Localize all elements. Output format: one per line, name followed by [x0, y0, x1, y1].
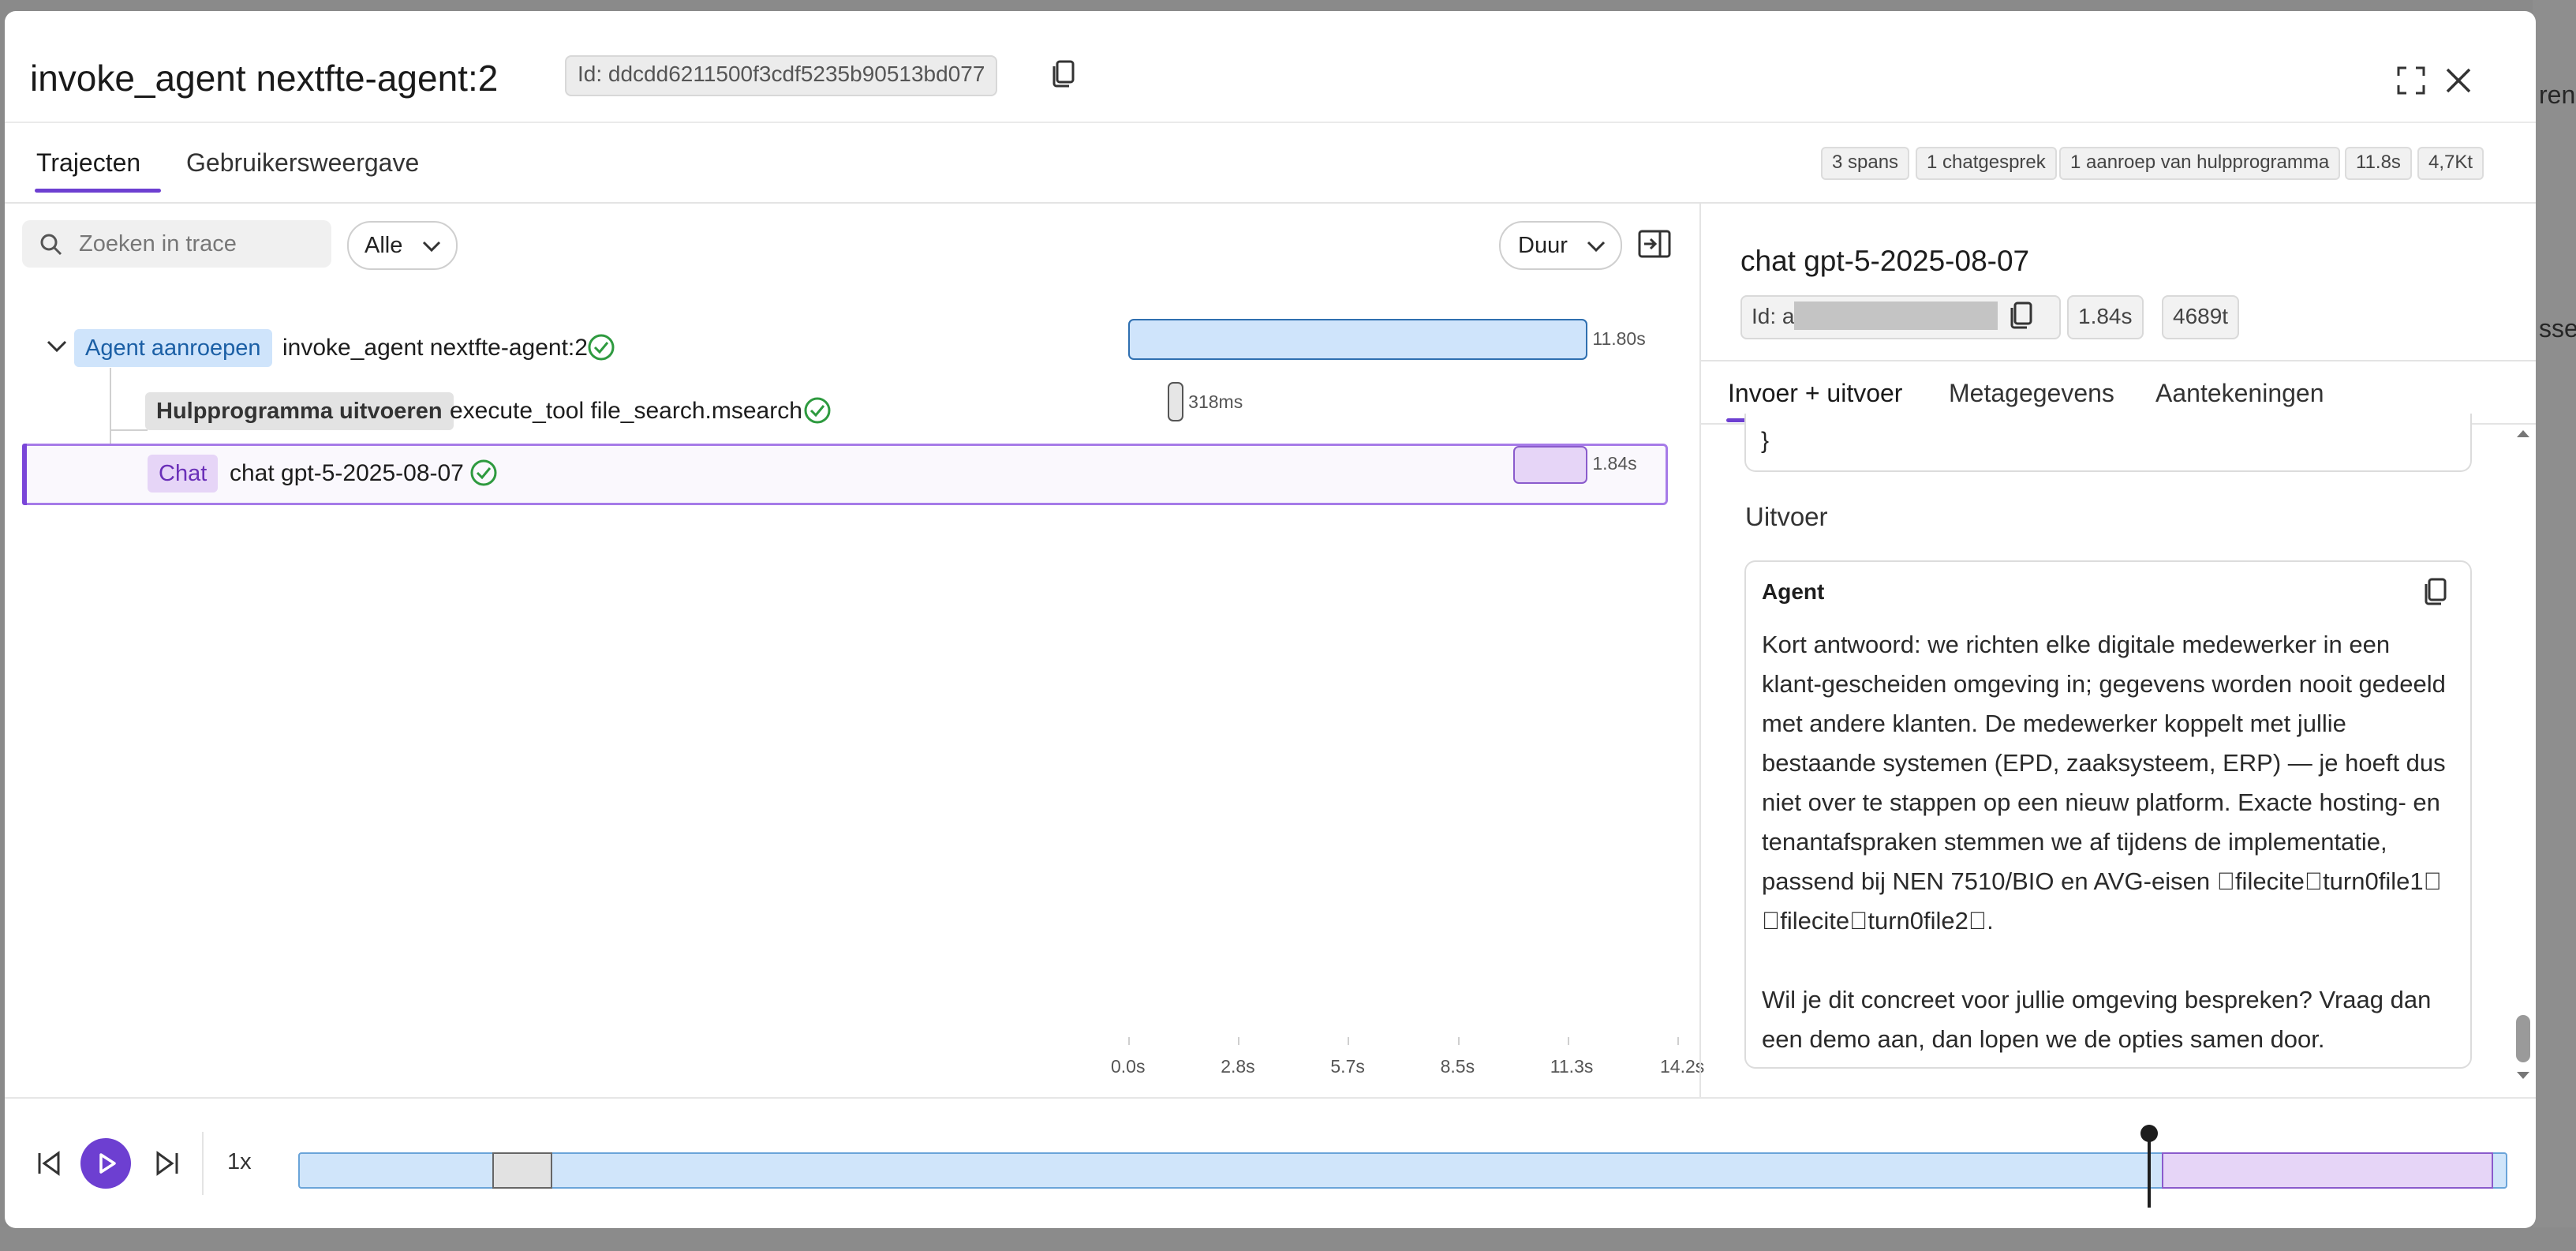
skip-forward-icon[interactable]	[150, 1146, 185, 1181]
axis-tick-mark	[1238, 1037, 1240, 1045]
background-text-top: ren	[2539, 81, 2576, 109]
detail-tokens-chip: 4689t	[2162, 295, 2240, 339]
stat-duration: 11.8s	[2345, 147, 2412, 180]
background-text-mid: sse	[2539, 314, 2576, 343]
stat-tokens: 4,7Kt	[2417, 147, 2484, 180]
background-page-bottom	[0, 1227, 2576, 1251]
output-text: Kort antwoord: we richten elke digitale …	[1762, 631, 2446, 1053]
playhead-handle[interactable]	[2140, 1125, 2158, 1142]
span-duration-bar	[1128, 319, 1588, 360]
axis-tick-label: 0.0s	[1111, 1056, 1146, 1077]
playback-speed[interactable]: 1x	[227, 1149, 252, 1175]
tabs-divider	[5, 202, 2536, 204]
footer-divider	[5, 1097, 2536, 1099]
tab-gebruikersweergave[interactable]: Gebruikersweergave	[186, 148, 419, 178]
stat-chats: 1 chatgesprek	[1916, 147, 2057, 180]
axis-tick-mark	[1128, 1037, 1130, 1045]
filter-label: Alle	[365, 233, 403, 258]
tab-active-indicator	[35, 189, 161, 193]
timeline-tool-segment	[492, 1152, 552, 1189]
axis-tick-label: 8.5s	[1440, 1056, 1475, 1077]
collapse-panel-icon[interactable]	[1636, 226, 1673, 262]
success-check-icon	[588, 334, 615, 361]
axis-tick-label: 5.7s	[1330, 1056, 1365, 1077]
stat-spans: 3 spans	[1821, 147, 1910, 180]
success-check-icon	[804, 397, 831, 424]
tab-invoer-uitvoer[interactable]: Invoer + uitvoer	[1728, 379, 1902, 408]
copy-icon[interactable]	[2006, 300, 2037, 331]
span-duration-label: 1.84s	[1592, 453, 1637, 474]
timeline-chat-segment	[2162, 1152, 2493, 1189]
span-duration-label: 318ms	[1188, 391, 1243, 412]
output-message-box: Agent Kort antwoord: we richten elke dig…	[1744, 560, 2472, 1069]
span-name: invoke_agent nextfte-agent:2	[282, 335, 588, 361]
skip-back-icon[interactable]	[32, 1146, 66, 1181]
tab-trajecten[interactable]: Trajecten	[36, 148, 140, 178]
span-row-selected[interactable]: Chat chat gpt-5-2025-08-07	[22, 444, 1668, 505]
sort-dropdown[interactable]: Duur	[1499, 221, 1622, 270]
stat-tool-calls: 1 aanroep van hulpprogramma	[2059, 147, 2341, 180]
playhead[interactable]	[2148, 1132, 2151, 1208]
span-duration-bar	[1168, 382, 1184, 421]
output-heading: Uitvoer	[1745, 502, 1828, 531]
playback-timeline[interactable]	[298, 1152, 2507, 1189]
expand-icon[interactable]	[2394, 63, 2428, 98]
span-row[interactable]: Hulpprogramma uitvoeren execute_tool fil…	[22, 380, 1663, 442]
span-type-badge: Hulpprogramma uitvoeren	[145, 392, 454, 430]
chevron-down-icon	[47, 340, 67, 353]
tab-metagegevens[interactable]: Metagegevens	[1949, 379, 2114, 408]
span-type-badge: Chat	[148, 455, 219, 493]
axis-tick-label: 2.8s	[1221, 1056, 1255, 1077]
header-divider	[5, 122, 2536, 123]
scroll-down-icon[interactable]	[2515, 1070, 2531, 1081]
play-button[interactable]	[80, 1138, 131, 1189]
tab-aantekeningen[interactable]: Aantekeningen	[2155, 379, 2324, 408]
copy-icon[interactable]	[1046, 57, 1081, 92]
detail-duration-chip: 1.84s	[2067, 295, 2144, 339]
span-name: chat gpt-5-2025-08-07	[230, 460, 464, 486]
search-field[interactable]: Zoeken in trace	[22, 220, 331, 268]
span-duration-bar	[1513, 446, 1588, 484]
modal-title: invoke_agent nextfte-agent:2	[30, 58, 499, 99]
code-closing-brace: }	[1761, 428, 1770, 454]
axis-tick-mark	[1567, 1037, 1569, 1045]
sort-label: Duur	[1518, 233, 1568, 258]
detail-id-prefix: Id: a	[1752, 304, 1795, 328]
span-type-badge: Agent aanroepen	[74, 329, 272, 367]
input-code-box	[1744, 414, 2472, 472]
redacted-id	[1794, 302, 1998, 330]
detail-divider	[1701, 360, 2536, 361]
play-icon	[99, 1153, 116, 1174]
detail-title: chat gpt-5-2025-08-07	[1740, 245, 2030, 277]
axis-tick-mark	[1677, 1037, 1679, 1045]
filter-dropdown[interactable]: Alle	[347, 221, 458, 270]
search-icon	[40, 234, 62, 256]
scroll-up-icon[interactable]	[2515, 428, 2531, 439]
background-page-right	[2533, 0, 2576, 1251]
output-role: Agent	[1762, 579, 1825, 604]
axis-tick-mark	[1457, 1037, 1460, 1045]
axis-tick-mark	[1348, 1037, 1350, 1045]
panel-divider[interactable]	[1699, 204, 1701, 1097]
chevron-down-icon	[422, 241, 441, 253]
success-check-icon	[470, 459, 497, 486]
scrollbar-thumb[interactable]	[2516, 1015, 2530, 1062]
trace-id-chip: Id: ddcdd6211500f3cdf5235b90513bd077	[565, 55, 998, 96]
close-icon[interactable]	[2441, 63, 2476, 98]
span-duration-label: 11.80s	[1592, 328, 1646, 349]
axis-tick-label: 14.2s	[1660, 1056, 1705, 1077]
search-placeholder: Zoeken in trace	[79, 231, 237, 257]
axis-tick-label: 11.3s	[1550, 1056, 1594, 1077]
copy-icon[interactable]	[2420, 576, 2451, 608]
span-name: execute_tool file_search.msearch	[450, 398, 802, 424]
chevron-down-icon	[1587, 241, 1606, 253]
trace-modal: invoke_agent nextfte-agent:2 Id: ddcdd62…	[5, 11, 2536, 1228]
footer-separator	[202, 1132, 204, 1195]
